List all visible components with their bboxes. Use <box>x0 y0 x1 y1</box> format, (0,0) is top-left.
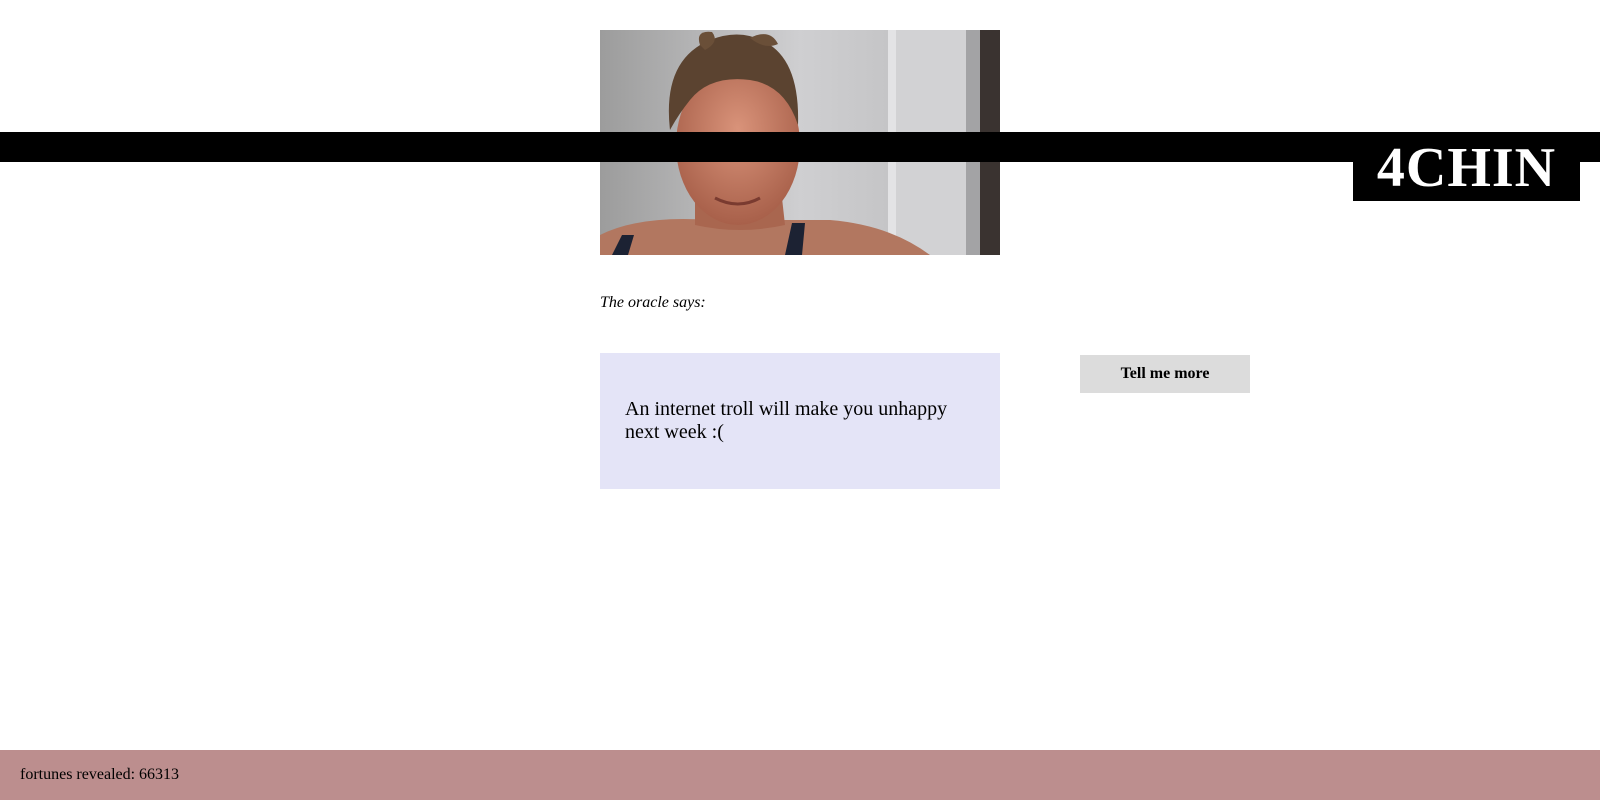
fortunes-counter: fortunes revealed: 66313 <box>20 766 180 783</box>
site-logo[interactable]: 4CHIN <box>1353 132 1580 201</box>
fortune-box: An internet troll will make you unhappy … <box>600 353 1000 489</box>
page: 4CHIN The oracle says: An internet troll… <box>0 0 1600 800</box>
tell-me-more-button[interactable]: Tell me more <box>1080 355 1250 393</box>
oracle-label: The oracle says: <box>600 294 706 311</box>
fortune-text: An internet troll will make you unhappy … <box>625 398 948 443</box>
footer: fortunes revealed: 66313 <box>0 750 1600 800</box>
